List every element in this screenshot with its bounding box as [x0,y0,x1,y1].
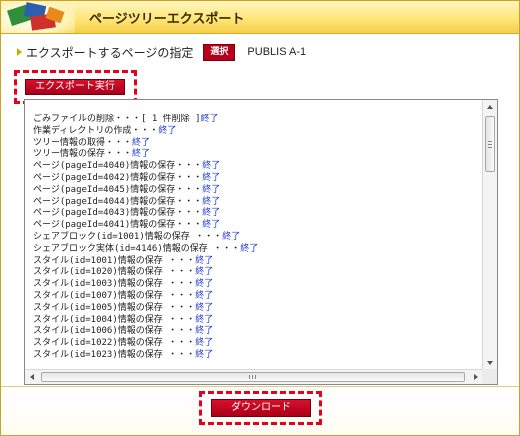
log-line: スタイル(id=1022)情報の保存 ・・・終了 [33,338,483,350]
log-line: スタイル(id=1007)情報の保存 ・・・終了 [33,291,483,303]
log-line: シェアブロック(id=1001)情報の保存 ・・・終了 [33,232,483,244]
log-line: スタイル(id=1020)情報の保存 ・・・終了 [33,267,483,279]
log-line-status: 終了 [195,338,214,349]
log-line-text: 作業ディレクトリの作成・・・ [33,125,159,136]
horizontal-scroll-thumb[interactable] [41,372,465,382]
select-page-button[interactable]: 選択 [203,43,236,61]
log-line-text: シェアブロック(id=1001)情報の保存 ・・・ [33,231,223,242]
selected-page-value: PUBLIS A-1 [247,46,307,58]
window-title: ページツリーエクスポート [89,12,245,27]
log-line: シェアブロック実体(id=4146)情報の保存 ・・・終了 [33,244,483,256]
log-line-status: 終了 [195,255,214,266]
log-line-text: スタイル(id=1004)情報の保存 ・・・ [33,314,196,325]
log-line: ツリー情報の取得・・・終了 [33,138,483,150]
log-line: ごみファイルの削除・・・[ 1 件削除 ]終了 [33,114,483,126]
log-line-text: スタイル(id=1023)情報の保存 ・・・ [33,349,196,360]
log-line-status: 終了 [240,243,259,254]
log-line-text: ページ(pageId=4042)情報の保存・・・ [33,172,203,183]
log-line: ページ(pageId=4045)情報の保存・・・終了 [33,185,483,197]
log-line-status: 終了 [195,290,214,301]
log-line-status: 終了 [202,184,221,195]
log-line: ツリー情報の保存・・・終了 [33,149,483,161]
log-line-status: 終了 [195,326,214,337]
log-line-status: 終了 [222,231,241,242]
log-line: スタイル(id=1006)情報の保存 ・・・終了 [33,326,483,338]
bullet-arrow-icon [17,48,22,56]
log-line-status: 終了 [195,302,214,313]
log-line-text: スタイル(id=1007)情報の保存 ・・・ [33,290,196,301]
log-line: ページ(pageId=4040)情報の保存・・・終了 [33,161,483,173]
log-line-text: ページ(pageId=4040)情報の保存・・・ [33,161,203,172]
log-line-status: 終了 [158,125,177,136]
log-line: 作業ディレクトリの作成・・・終了 [33,126,483,138]
horizontal-scrollbar[interactable] [25,369,483,384]
log-line: ページ(pageId=4041)情報の保存・・・終了 [33,220,483,232]
log-line-status: 終了 [132,149,151,160]
log-line-text: スタイル(id=1005)情報の保存 ・・・ [33,302,196,313]
log-line: ページ(pageId=4043)情報の保存・・・終了 [33,208,483,220]
log-line-text: ページ(pageId=4044)情報の保存・・・ [33,196,203,207]
scroll-up-icon[interactable] [487,105,493,109]
log-line-status: 終了 [202,161,221,172]
download-button[interactable]: ダウンロード [211,399,311,417]
log-line-text: スタイル(id=1003)情報の保存 ・・・ [33,279,196,290]
export-log-text: ごみファイルの削除・・・[ 1 件削除 ]終了 作業ディレクトリの作成・・・終了ツ… [33,114,483,370]
log-line-text: ページ(pageId=4045)情報の保存・・・ [33,184,203,195]
export-log-panel[interactable]: ごみファイルの削除・・・[ 1 件削除 ]終了 作業ディレクトリの作成・・・終了ツ… [24,99,498,385]
log-line: スタイル(id=1001)情報の保存 ・・・終了 [33,256,483,268]
log-line-text: ページ(pageId=4043)情報の保存・・・ [33,208,203,219]
log-line-status: 終了 [195,279,214,290]
title-bar: ページツリーエクスポート [1,1,519,34]
app-logo-icon [1,1,77,33]
log-line: スタイル(id=1003)情報の保存 ・・・終了 [33,279,483,291]
page-spec-label: エクスポートするページの指定 [26,45,194,60]
log-line-status: 終了 [202,172,221,183]
log-line-text: スタイル(id=1020)情報の保存 ・・・ [33,267,196,278]
log-line-status: 終了 [195,349,214,360]
scroll-right-icon[interactable] [474,374,478,380]
log-line-text: スタイル(id=1006)情報の保存 ・・・ [33,326,196,337]
log-line-text: ツリー情報の取得・・・ [33,137,133,148]
log-line-status: 終了 [202,208,221,219]
scroll-left-icon[interactable] [30,374,34,380]
log-line: スタイル(id=1023)情報の保存 ・・・終了 [33,350,483,362]
page-spec-row: エクスポートするページの指定 選択 PUBLIS A-1 [17,43,306,61]
log-line-status: 終了 [202,196,221,207]
log-line-status: 終了 [202,220,221,231]
log-line-text: スタイル(id=1001)情報の保存 ・・・ [33,255,196,266]
log-line-status: 終了 [195,314,214,325]
export-window: ページツリーエクスポート エクスポートするページの指定 選択 PUBLIS A-… [0,0,520,436]
scrollbar-corner [482,369,497,384]
vertical-scroll-thumb[interactable] [485,116,495,172]
export-run-button[interactable]: エクスポート実行 [25,79,125,95]
scroll-down-icon[interactable] [487,361,493,365]
log-line-status: 終了 [200,114,219,124]
log-line-text: スタイル(id=1022)情報の保存 ・・・ [33,338,196,349]
log-line-status: 終了 [195,267,214,278]
log-line: ページ(pageId=4044)情報の保存・・・終了 [33,197,483,209]
log-line-text: ツリー情報の保存・・・ [33,149,133,160]
log-line-status: 終了 [132,137,151,148]
log-line: ページ(pageId=4042)情報の保存・・・終了 [33,173,483,185]
log-line-text: ごみファイルの削除・・・[ 1 件削除 ] [33,114,201,124]
log-line-text: ページ(pageId=4041)情報の保存・・・ [33,220,203,231]
log-line: スタイル(id=1004)情報の保存 ・・・終了 [33,315,483,327]
log-line-text: シェアブロック実体(id=4146)情報の保存 ・・・ [33,243,241,254]
vertical-scrollbar[interactable] [482,100,497,370]
log-line: スタイル(id=1005)情報の保存 ・・・終了 [33,303,483,315]
